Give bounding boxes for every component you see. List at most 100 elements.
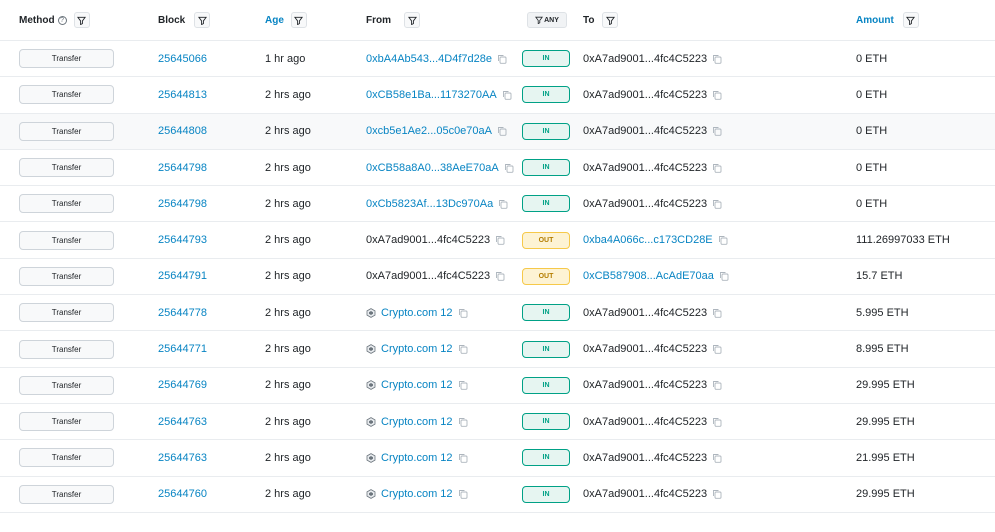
from-address[interactable]: Crypto.com 12 [381,452,453,464]
copy-icon[interactable] [458,344,468,354]
method-badge[interactable]: Transfer [19,266,114,286]
block-link[interactable]: 25645066 [158,53,207,65]
amount-filter-button[interactable] [902,12,919,28]
method-badge[interactable]: Transfer [19,121,114,141]
from-cell: Crypto.com 12 [366,404,468,439]
block-link[interactable]: 25644798 [158,198,207,210]
method-badge[interactable]: Transfer [19,194,114,214]
block-link[interactable]: 25644813 [158,89,207,101]
from-address[interactable]: 0xCb5823Af...13Dc970Aa [366,198,493,210]
block-link[interactable]: 25644760 [158,488,207,500]
column-to-label: To [583,14,595,26]
column-amount-label[interactable]: Amount [856,15,894,26]
copy-icon[interactable] [712,54,722,64]
method-badge[interactable]: Transfer [19,412,114,432]
copy-icon[interactable] [712,344,722,354]
to-address[interactable]: 0xA7ad9001...4fc4C5223 [583,488,707,500]
to-address[interactable]: 0xA7ad9001...4fc4C5223 [583,89,707,101]
from-address[interactable]: Crypto.com 12 [381,343,453,355]
block-link[interactable]: 25644808 [158,125,207,137]
block-link[interactable]: 25644763 [158,416,207,428]
copy-icon[interactable] [458,417,468,427]
block-link[interactable]: 25644763 [158,452,207,464]
copy-icon[interactable] [498,199,508,209]
copy-icon[interactable] [497,54,507,64]
method-badge[interactable]: Transfer [19,49,114,69]
method-filter-button[interactable] [73,12,90,28]
copy-icon[interactable] [712,380,722,391]
copy-icon[interactable] [712,199,722,209]
copy-icon[interactable] [712,163,722,173]
copy-icon[interactable] [718,235,728,245]
amount-cell: 29.995 ETH [856,368,915,403]
from-address[interactable]: 0xCB58a8A0...38AeE70aA [366,162,499,174]
copy-icon[interactable] [502,90,512,100]
method-badge[interactable]: Transfer [19,339,114,359]
to-address[interactable]: 0xA7ad9001...4fc4C5223 [583,416,707,428]
from-address[interactable]: 0xcb5e1Ae2...05c0e70aA [366,125,492,137]
copy-icon[interactable] [712,453,722,463]
from-address[interactable]: Crypto.com 12 [381,488,453,500]
method-badge[interactable]: Transfer [19,158,114,178]
age-text: 2 hrs ago [265,161,311,174]
copy-icon[interactable] [719,271,729,282]
method-badge[interactable]: Transfer [19,484,114,504]
method-badge[interactable]: Transfer [19,303,114,323]
to-address[interactable]: 0xA7ad9001...4fc4C5223 [583,125,707,137]
amount-cell: 29.995 ETH [856,404,915,439]
method-badge[interactable]: Transfer [19,375,114,395]
column-age[interactable]: Age [265,0,307,40]
to-address[interactable]: 0xCB587908...AcAdE70aa [583,270,714,282]
direction-cell: IN [522,404,570,439]
block-link[interactable]: 25644791 [158,270,207,282]
block-link[interactable]: 25644793 [158,234,207,246]
from-address[interactable]: 0xA7ad9001...4fc4C5223 [366,234,490,246]
from-address[interactable]: Crypto.com 12 [381,416,453,428]
block-link[interactable]: 25644798 [158,162,207,174]
to-address[interactable]: 0xA7ad9001...4fc4C5223 [583,452,707,464]
info-icon[interactable]: ? [57,15,67,25]
copy-icon[interactable] [712,308,722,318]
to-address[interactable]: 0xA7ad9001...4fc4C5223 [583,307,707,319]
block-link[interactable]: 25644769 [158,379,207,391]
block-filter-button[interactable] [194,12,211,28]
method-badge[interactable]: Transfer [19,448,114,468]
from-address[interactable]: Crypto.com 12 [381,379,453,391]
age-filter-button[interactable] [290,12,307,28]
method-badge[interactable]: Transfer [19,230,114,250]
to-address[interactable]: 0xA7ad9001...4fc4C5223 [583,198,707,210]
copy-icon[interactable] [497,126,507,136]
to-address[interactable]: 0xA7ad9001...4fc4C5223 [583,162,707,174]
from-address[interactable]: 0xbA4Ab543...4D4f7d28e [366,53,492,65]
from-address[interactable]: Crypto.com 12 [381,307,453,319]
copy-icon[interactable] [712,126,722,136]
copy-icon[interactable] [458,308,468,318]
copy-icon[interactable] [712,417,722,427]
copy-icon[interactable] [495,235,505,245]
direction-filter-button[interactable]: ANY [527,12,567,28]
method-cell: Transfer [19,77,114,112]
to-cell: 0xA7ad9001...4fc4C5223 [583,114,722,149]
column-amount[interactable]: Amount [856,0,919,40]
from-address[interactable]: 0xA7ad9001...4fc4C5223 [366,270,490,282]
column-age-label[interactable]: Age [265,15,284,26]
to-address[interactable]: 0xA7ad9001...4fc4C5223 [583,343,707,355]
direction-cell: OUT [522,259,570,294]
copy-icon[interactable] [458,380,468,391]
block-link[interactable]: 25644778 [158,307,207,319]
to-address[interactable]: 0xA7ad9001...4fc4C5223 [583,53,707,65]
copy-icon[interactable] [458,453,468,463]
to-address[interactable]: 0xba4A066c...c173CD28E [583,234,713,246]
copy-icon[interactable] [458,489,468,499]
to-address[interactable]: 0xA7ad9001...4fc4C5223 [583,379,707,391]
copy-icon[interactable] [712,489,722,499]
method-badge[interactable]: Transfer [19,85,114,105]
block-link[interactable]: 25644771 [158,343,207,355]
copy-icon[interactable] [495,271,505,282]
from-filter-button[interactable] [404,12,420,28]
copy-icon[interactable] [504,163,514,173]
from-address[interactable]: 0xCB58e1Ba...1173270AA [366,89,497,101]
to-filter-button[interactable] [602,12,619,28]
crypto-com-logo-icon [366,380,376,391]
copy-icon[interactable] [712,90,722,100]
